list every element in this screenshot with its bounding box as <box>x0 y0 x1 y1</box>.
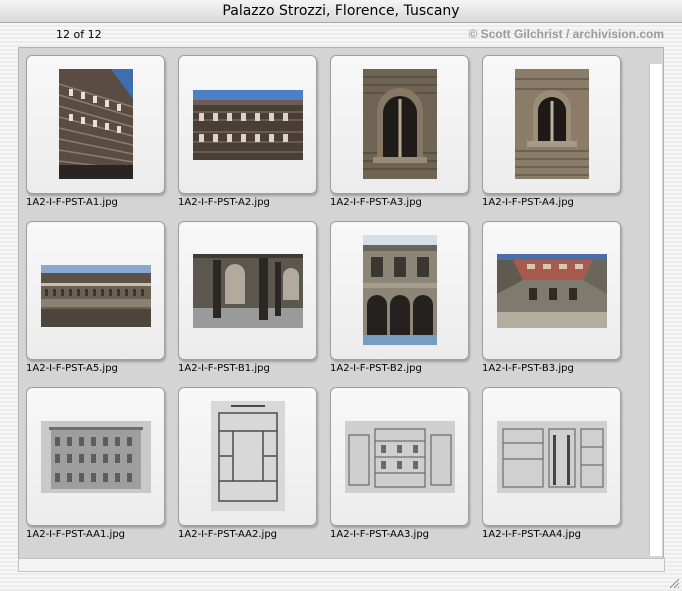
thumbnail-image[interactable] <box>193 254 303 328</box>
thumbnail-filename: 1A2-I-F-PST-A5.jpg <box>26 363 118 374</box>
thumbnail-image[interactable] <box>363 69 437 179</box>
thumbnail-card[interactable] <box>26 55 165 194</box>
thumbnail-image[interactable] <box>497 421 607 493</box>
thumbnail-cell[interactable]: 1A2-I-F-PST-A2.jpg <box>178 55 330 215</box>
thumbnail-filename: 1A2-I-F-PST-AA1.jpg <box>26 529 126 540</box>
thumbnail-cell[interactable]: 1A2-I-F-PST-AA1.jpg <box>26 387 178 547</box>
thumbnail-filename: 1A2-I-F-PST-AA4.jpg <box>482 529 582 540</box>
thumbnail-filename: 1A2-I-F-PST-A1.jpg <box>26 197 118 208</box>
thumbnail-image[interactable] <box>193 90 303 160</box>
thumbnail-cell[interactable]: 1A2-I-F-PST-B1.jpg <box>178 221 330 381</box>
thumbnail-card[interactable] <box>26 387 165 526</box>
thumbnail-card[interactable] <box>330 221 469 360</box>
thumbnail-filename: 1A2-I-F-PST-B1.jpg <box>178 363 270 374</box>
thumbnail-grid: 1A2-I-F-PST-A1.jpg 1A2-I-F-PST-A2.jpg 1A… <box>18 47 664 559</box>
thumbnail-cell[interactable]: 1A2-I-F-PST-A4.jpg <box>482 55 634 215</box>
thumbnail-image[interactable] <box>363 235 437 345</box>
window-title-bar[interactable]: Palazzo Strozzi, Florence, Tuscany <box>0 0 682 23</box>
thumbnail-cell[interactable]: 1A2-I-F-PST-AA3.jpg <box>330 387 482 547</box>
thumbnail-filename: 1A2-I-F-PST-A2.jpg <box>178 197 270 208</box>
thumbnail-image[interactable] <box>41 421 151 493</box>
thumbnail-cell[interactable]: 1A2-I-F-PST-B3.jpg <box>482 221 634 381</box>
info-bar: 12 of 12 © Scott Gilchrist / archivision… <box>0 23 682 47</box>
thumbnail-cell[interactable]: 1A2-I-F-PST-AA4.jpg <box>482 387 634 547</box>
copyright-credit: © Scott Gilchrist / archivision.com <box>468 27 664 41</box>
thumbnail-card[interactable] <box>330 387 469 526</box>
vertical-scrollbar[interactable] <box>649 64 662 556</box>
thumbnail-cell[interactable]: 1A2-I-F-PST-A1.jpg <box>26 55 178 215</box>
thumbnail-image[interactable] <box>211 401 285 511</box>
thumbnail-card[interactable] <box>178 55 317 194</box>
thumbnail-image[interactable] <box>497 254 607 328</box>
thumbnail-filename: 1A2-I-F-PST-A4.jpg <box>482 197 574 208</box>
thumbnail-image[interactable] <box>345 421 455 493</box>
thumbnail-filename: 1A2-I-F-PST-AA3.jpg <box>330 529 430 540</box>
thumbnail-filename: 1A2-I-F-PST-B3.jpg <box>482 363 574 374</box>
window-title: Palazzo Strozzi, Florence, Tuscany <box>222 3 460 19</box>
browser-window: Palazzo Strozzi, Florence, Tuscany 12 of… <box>0 0 682 591</box>
horizontal-scrollbar[interactable] <box>18 558 665 572</box>
thumbnail-card[interactable] <box>330 55 469 194</box>
thumbnail-card[interactable] <box>482 387 621 526</box>
thumbnail-card[interactable] <box>26 221 165 360</box>
resize-grip-icon[interactable] <box>668 577 680 589</box>
image-counter: 12 of 12 <box>56 28 102 41</box>
thumbnail-cell[interactable]: 1A2-I-F-PST-AA2.jpg <box>178 387 330 547</box>
thumbnail-card[interactable] <box>178 221 317 360</box>
thumbnail-card[interactable] <box>482 55 621 194</box>
thumbnail-image[interactable] <box>41 265 151 327</box>
thumbnail-filename: 1A2-I-F-PST-AA2.jpg <box>178 529 278 540</box>
thumbnail-image[interactable] <box>515 69 589 179</box>
thumbnail-card[interactable] <box>482 221 621 360</box>
thumbnail-filename: 1A2-I-F-PST-B2.jpg <box>330 363 422 374</box>
thumbnail-cell[interactable]: 1A2-I-F-PST-B2.jpg <box>330 221 482 381</box>
thumbnail-cell[interactable]: 1A2-I-F-PST-A5.jpg <box>26 221 178 381</box>
thumbnail-card[interactable] <box>178 387 317 526</box>
thumbnail-cell[interactable]: 1A2-I-F-PST-A3.jpg <box>330 55 482 215</box>
thumbnail-image[interactable] <box>59 69 133 179</box>
thumbnail-filename: 1A2-I-F-PST-A3.jpg <box>330 197 422 208</box>
